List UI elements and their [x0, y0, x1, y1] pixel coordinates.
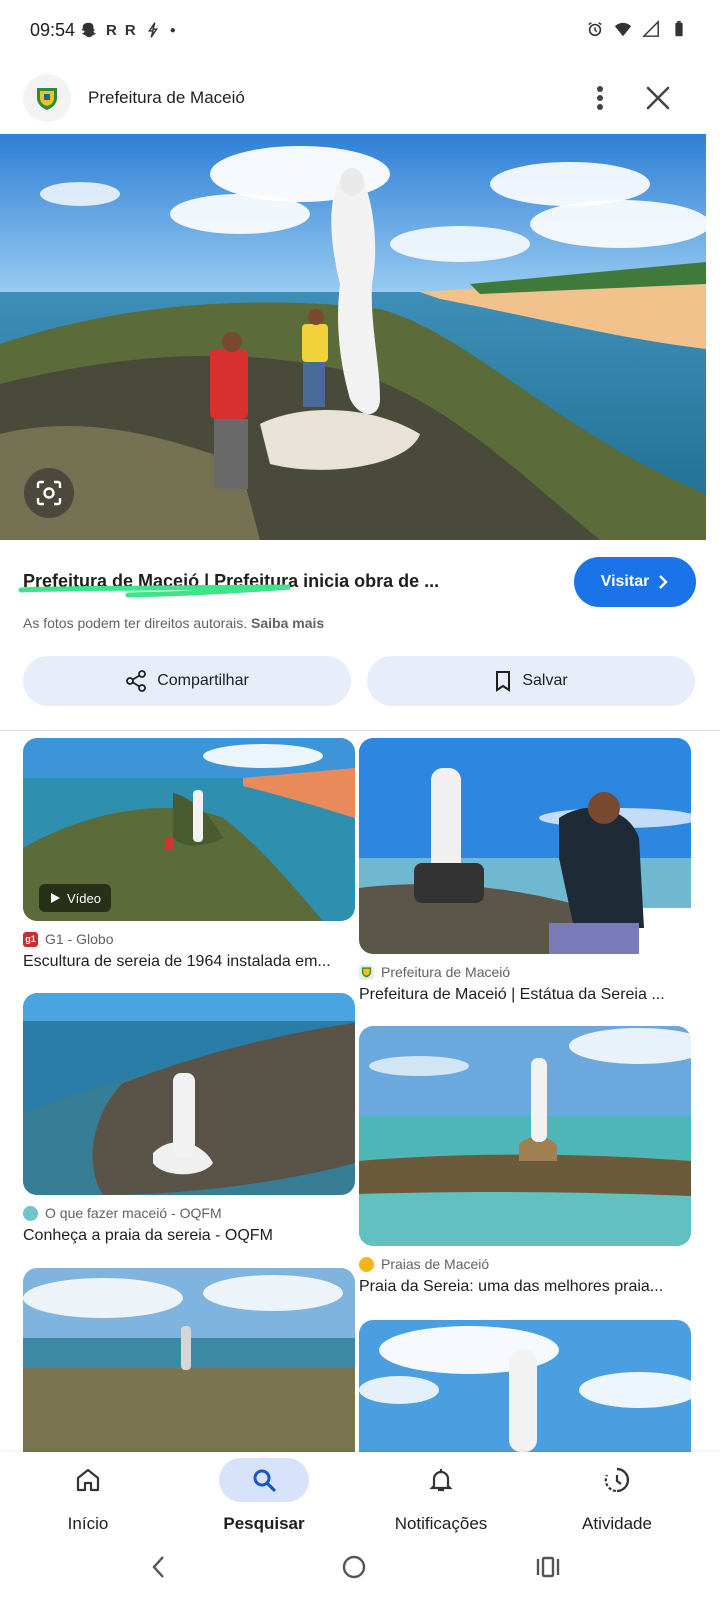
site-name: Prefeitura de Maceió: [88, 88, 245, 107]
back-button[interactable]: [146, 1553, 174, 1581]
nav-icon-container: [396, 1458, 486, 1502]
search-icon: [253, 1469, 276, 1492]
nav-label: Pesquisar: [223, 1514, 305, 1533]
more-vert-icon: [597, 86, 603, 110]
share-label: Compartilhar: [157, 672, 249, 689]
card-source: Prefeitura de Maceió: [359, 964, 691, 980]
result-card[interactable]: Prefeitura de Maceió Prefeitura de Macei…: [359, 738, 691, 1004]
statue-horizon-photo: [23, 1268, 355, 1452]
recents-icon: [536, 1556, 560, 1578]
result-card[interactable]: O que fazer maceió - OQFM Conheça a prai…: [23, 993, 355, 1245]
share-icon: [126, 670, 147, 692]
nav-label: Notificações: [394, 1514, 488, 1533]
wifi-icon: [614, 22, 632, 37]
share-button[interactable]: Compartilhar: [23, 656, 351, 706]
g1-logo-icon: g1: [23, 931, 38, 947]
site-avatar[interactable]: [23, 74, 71, 122]
alarm-icon: [588, 22, 602, 37]
copyright-text: As fotos podem ter direitos autorais.: [23, 615, 248, 631]
play-icon: [51, 893, 60, 903]
result-card[interactable]: Praias de Maceió Praia da Sereia: uma da…: [359, 1026, 691, 1296]
snapchat-icon: [80, 22, 97, 38]
card-thumbnail[interactable]: [23, 993, 355, 1195]
dot-icon: ●: [169, 24, 176, 36]
source-name: G1 - Globo: [45, 931, 114, 947]
nav-label: Atividade: [582, 1514, 652, 1533]
coat-of-arms-icon: [359, 964, 374, 980]
lens-result-header: Prefeitura de Maceió: [0, 62, 720, 134]
section-divider: [0, 730, 720, 731]
learn-more-link[interactable]: Saiba mais: [251, 615, 324, 631]
nav-item-atividade[interactable]: Atividade: [537, 1458, 697, 1538]
card-title[interactable]: Escultura de sereia de 1964 instalada em…: [23, 953, 355, 971]
status-bar: 09:54 R R ●: [0, 0, 720, 62]
activity-icon: [604, 1467, 630, 1493]
visit-label: Visitar: [600, 573, 650, 590]
video-label: Vídeo: [67, 890, 101, 906]
statue-rocks-photo: [23, 993, 355, 1195]
mermaid-statue-photo: [0, 134, 706, 540]
home-button[interactable]: [340, 1553, 368, 1581]
home-icon: [76, 1468, 100, 1492]
result-card[interactable]: [359, 1320, 691, 1452]
signal-icon: [642, 20, 659, 37]
system-navigation-bar: [0, 1545, 720, 1590]
copyright-note: As fotos podem ter direitos autorais. Sa…: [23, 615, 324, 631]
nav-label: Início: [67, 1514, 109, 1533]
bell-icon: [429, 1469, 453, 1492]
notification-icons: R R ●: [80, 21, 176, 39]
main-result-image[interactable]: [0, 134, 706, 540]
save-label: Salvar: [522, 672, 568, 689]
source-name: Praias de Maceió: [381, 1256, 490, 1272]
nav-item-notificacoes[interactable]: Notificações: [361, 1458, 521, 1538]
source-name: Prefeitura de Maceió: [381, 964, 511, 980]
lens-icon: [36, 480, 62, 506]
result-card[interactable]: [23, 1268, 355, 1452]
praias-logo-icon: [359, 1256, 374, 1272]
card-thumbnail[interactable]: [359, 738, 691, 954]
card-thumbnail[interactable]: [359, 1026, 691, 1246]
card-title[interactable]: Praia da Sereia: uma das melhores praia.…: [359, 1278, 691, 1296]
nav-item-pesquisar[interactable]: Pesquisar: [184, 1458, 344, 1538]
green-highlight-mark: [18, 584, 291, 598]
battery-icon: [675, 20, 683, 37]
r-icon: R: [124, 21, 136, 39]
recents-button[interactable]: [534, 1553, 562, 1581]
nav-icon-container: [572, 1458, 662, 1502]
nav-item-inicio[interactable]: Início: [8, 1458, 168, 1538]
bookmark-icon: [496, 671, 511, 692]
system-status-icons: [586, 20, 688, 38]
home-circle-icon: [342, 1555, 366, 1579]
coat-of-arms-icon: [37, 88, 57, 110]
location-pin-icon: [23, 1205, 38, 1221]
more-options-button[interactable]: [584, 82, 616, 114]
card-title[interactable]: Conheça a praia da sereia - OQFM: [23, 1227, 355, 1245]
card-source: g1 G1 - Globo: [23, 931, 355, 947]
back-chevron-icon: [152, 1556, 164, 1578]
chevron-right-icon: [659, 575, 669, 589]
card-source: Praias de Maceió: [359, 1256, 691, 1272]
tourists-statue-photo: [359, 738, 691, 954]
close-icon: [646, 86, 670, 110]
nav-icon-container: [219, 1458, 309, 1502]
status-time: 09:54: [30, 20, 76, 40]
lens-search-button[interactable]: [24, 468, 74, 518]
save-button[interactable]: Salvar: [367, 656, 695, 706]
result-card[interactable]: Vídeo g1 G1 - Globo Escultura de sereia …: [23, 738, 355, 971]
video-badge: Vídeo: [39, 884, 111, 912]
nav-icon-container: [43, 1458, 133, 1502]
close-button[interactable]: [640, 80, 676, 116]
card-title[interactable]: Prefeitura de Maceió | Estátua da Sereia…: [359, 986, 691, 1004]
source-name: O que fazer maceió - OQFM: [45, 1205, 222, 1221]
statue-clouds-photo: [359, 1320, 691, 1452]
visit-button[interactable]: Visitar: [574, 557, 696, 607]
statue-reef-photo: [359, 1026, 691, 1246]
r-icon: R: [106, 21, 117, 39]
card-thumbnail[interactable]: [23, 1268, 355, 1452]
card-thumbnail[interactable]: Vídeo: [23, 738, 355, 921]
card-thumbnail[interactable]: [359, 1320, 691, 1452]
bolt-icon: [147, 22, 158, 38]
card-source: O que fazer maceió - OQFM: [23, 1205, 355, 1221]
